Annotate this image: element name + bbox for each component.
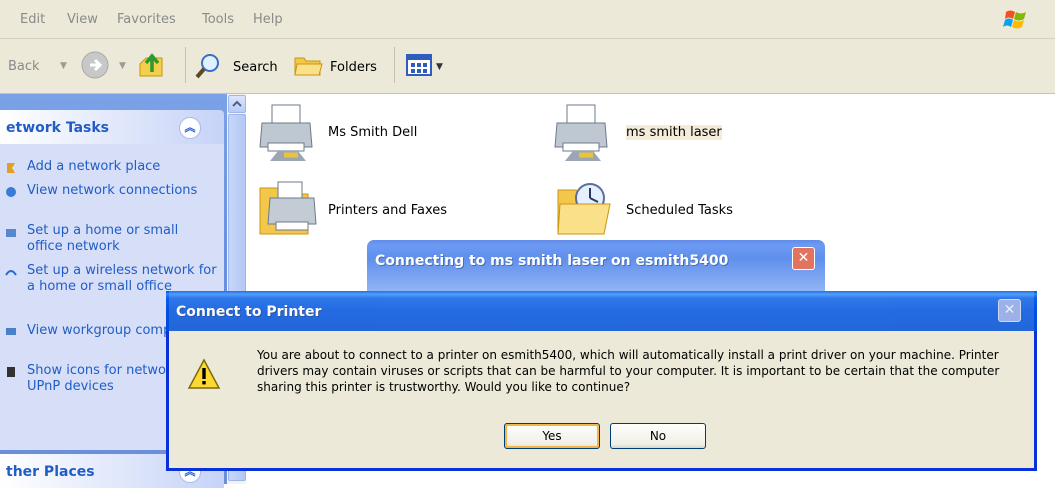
scroll-up-arrow-icon[interactable] <box>228 95 246 113</box>
menu-tools[interactable]: Tools <box>202 12 234 27</box>
dialog-titlebar[interactable]: Connect to Printer ✕ <box>166 291 1037 331</box>
printer-item-ms-smith-dell[interactable]: Ms Smith Dell <box>258 103 458 165</box>
printer-item-ms-smith-laser[interactable]: ms smith laser <box>553 103 773 165</box>
warning-icon <box>187 358 221 389</box>
no-button[interactable]: No <box>610 423 706 449</box>
add-network-place-icon <box>7 163 15 173</box>
item-label: Scheduled Tasks <box>626 203 733 218</box>
printer-icon <box>259 104 313 161</box>
views-icon[interactable] <box>406 54 432 76</box>
search-icon[interactable] <box>194 52 224 80</box>
yes-button[interactable]: Yes <box>504 423 600 449</box>
menu-favorites[interactable]: Favorites <box>117 12 176 27</box>
views-dropdown-icon[interactable]: ▼ <box>436 62 443 72</box>
toolbar: Back ▼ ▼ Search Folders ▼ <box>0 39 1055 94</box>
menu-help[interactable]: Help <box>253 12 283 27</box>
workgroup-computers-icon <box>6 328 16 335</box>
printers-and-faxes-item[interactable]: Printers and Faxes <box>258 178 478 242</box>
connecting-dialog-title: Connecting to ms smith laser on esmith54… <box>375 253 729 269</box>
collapse-chevron-icon[interactable]: ︽ <box>179 117 201 139</box>
back-button-label[interactable]: Back <box>8 59 40 74</box>
menu-view[interactable]: View <box>67 12 98 27</box>
upnp-devices-icon <box>7 367 15 377</box>
printer-icon <box>554 104 608 161</box>
dialog-title: Connect to Printer <box>176 304 322 320</box>
item-label: Printers and Faxes <box>328 203 448 218</box>
scheduled-tasks-icon <box>557 183 611 235</box>
network-connections-icon <box>6 187 16 197</box>
back-dropdown-icon[interactable]: ▼ <box>60 61 67 71</box>
close-icon[interactable]: ✕ <box>792 247 815 270</box>
network-tasks-header[interactable]: etwork Tasks ︽ <box>0 110 224 144</box>
toolbar-separator <box>394 47 395 83</box>
home-network-icon <box>6 229 16 237</box>
toolbar-separator <box>185 47 186 83</box>
close-icon[interactable]: ✕ <box>998 299 1021 322</box>
dialog-message: You are about to connect to a printer on… <box>257 348 1000 394</box>
scheduled-tasks-item[interactable]: Scheduled Tasks <box>556 178 776 242</box>
task-label[interactable]: View network connections <box>27 183 217 199</box>
search-button-label[interactable]: Search <box>233 60 278 75</box>
network-tasks-title: etwork Tasks <box>6 120 109 136</box>
forward-dropdown-icon[interactable]: ▼ <box>119 61 126 71</box>
item-label: Ms Smith Dell <box>328 125 418 140</box>
item-label: ms smith laser <box>626 125 722 140</box>
task-label[interactable]: Add a network place <box>27 159 217 175</box>
menu-edit[interactable]: Edit <box>20 12 45 27</box>
wireless-network-icon <box>5 270 17 276</box>
task-label[interactable]: Set up a home or small office network <box>27 223 217 255</box>
other-places-title: ther Places <box>6 464 95 480</box>
printers-folder-icon <box>259 181 317 235</box>
menu-bar: Edit View Favorites Tools Help <box>0 0 1055 39</box>
connect-to-printer-dialog: Connect to Printer ✕ You are about to co… <box>166 291 1037 471</box>
folders-button-label[interactable]: Folders <box>330 60 377 75</box>
folders-icon[interactable] <box>293 52 323 78</box>
up-folder-icon[interactable] <box>136 50 166 80</box>
forward-icon[interactable] <box>80 50 110 80</box>
windows-logo-icon <box>1003 10 1026 29</box>
